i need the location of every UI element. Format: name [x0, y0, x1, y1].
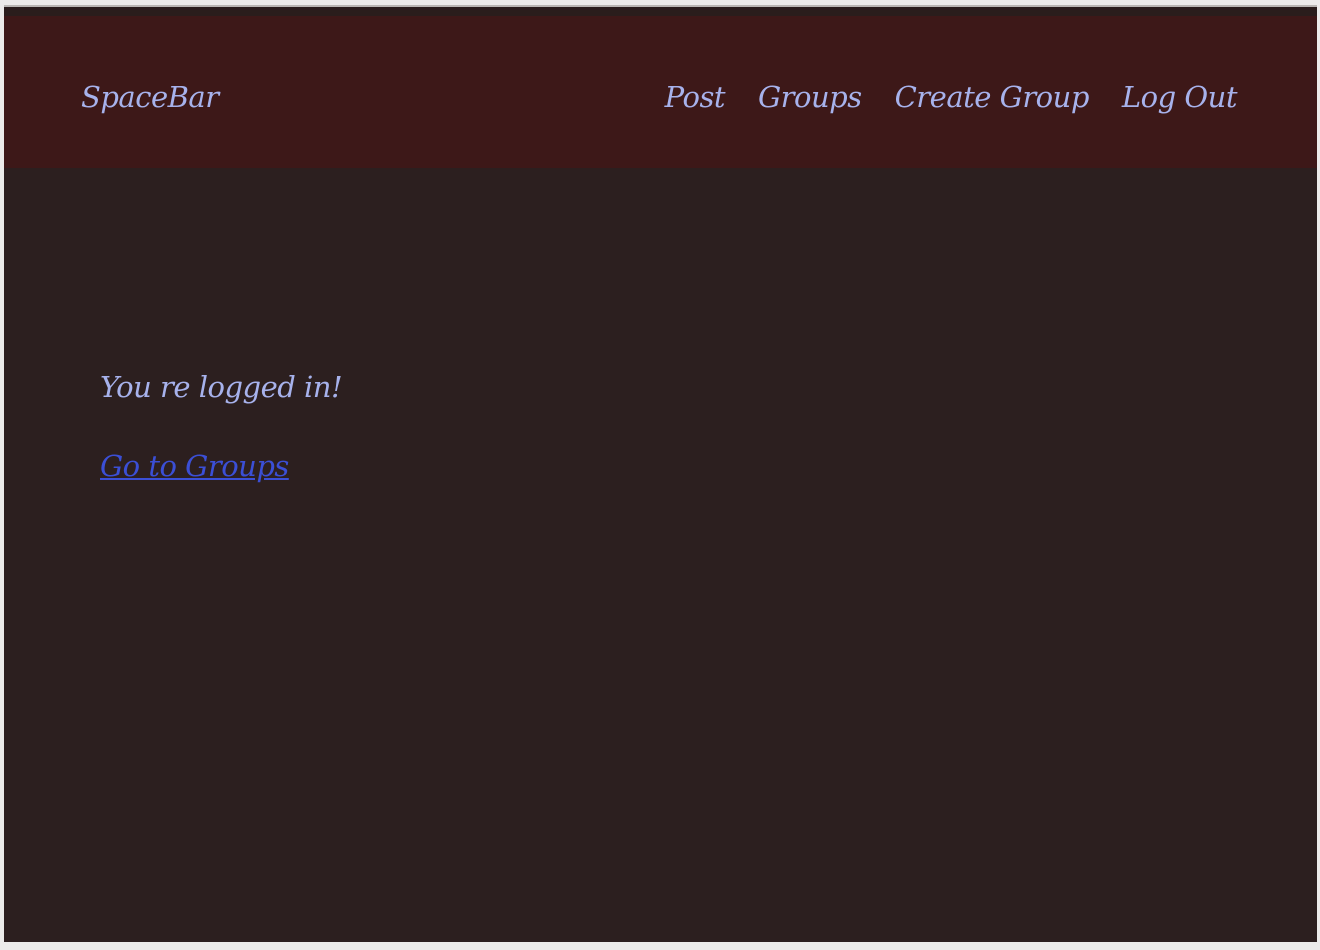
main-content: You re logged in! Go to Groups	[100, 370, 343, 483]
browser-viewport: SpaceBar Post Groups Create Group Log Ou…	[4, 5, 1317, 942]
nav-link-post[interactable]: Post	[665, 80, 726, 114]
nav-links: Post Groups Create Group Log Out	[665, 80, 1238, 114]
logged-in-message: You re logged in!	[100, 370, 343, 404]
top-strip	[4, 7, 1317, 16]
navbar: SpaceBar Post Groups Create Group Log Ou…	[4, 16, 1317, 168]
nav-link-groups[interactable]: Groups	[758, 80, 862, 114]
go-to-groups-link[interactable]: Go to Groups	[100, 449, 289, 483]
nav-link-create-group[interactable]: Create Group	[895, 80, 1090, 114]
brand-logo-link[interactable]: SpaceBar	[81, 80, 219, 114]
nav-link-log-out[interactable]: Log Out	[1122, 80, 1238, 114]
